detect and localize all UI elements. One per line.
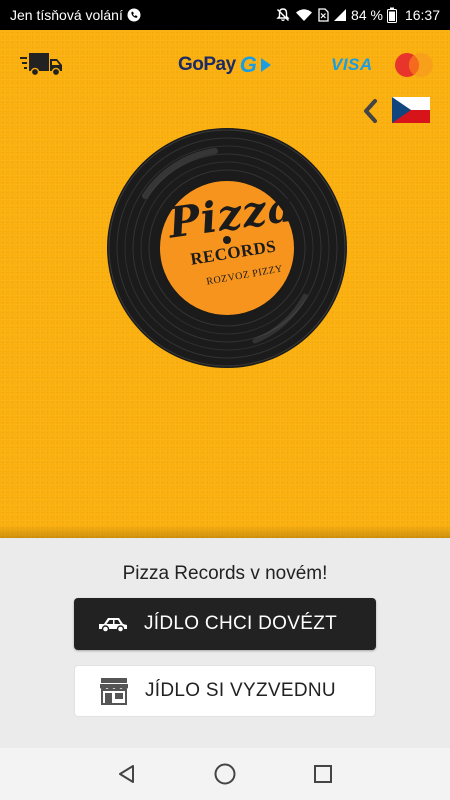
mute-icon bbox=[275, 7, 291, 23]
store-icon bbox=[97, 678, 131, 705]
gopay-logo: GoPay G bbox=[178, 52, 272, 78]
gopay-arrow-icon bbox=[261, 58, 272, 72]
wifi-icon bbox=[295, 8, 313, 22]
navigation-bar bbox=[0, 748, 450, 800]
status-bar: Jen tísňová volání 84 % 16:37 bbox=[0, 0, 450, 30]
mastercard-logo bbox=[392, 52, 436, 78]
home-icon[interactable] bbox=[210, 759, 240, 789]
no-sim-icon bbox=[317, 8, 329, 22]
clock: 16:37 bbox=[404, 7, 440, 23]
carrier-label: Jen tísňová volání bbox=[10, 7, 123, 23]
delivery-button-label: JÍDLO CHCI DOVÉZT bbox=[144, 613, 338, 634]
czech-flag-icon[interactable] bbox=[392, 97, 430, 123]
battery-percent: 84 % bbox=[351, 7, 383, 23]
status-right: 84 % 16:37 bbox=[275, 7, 440, 23]
visa-logo: VISA bbox=[331, 55, 373, 74]
delivery-truck-icon[interactable] bbox=[20, 50, 64, 78]
car-icon bbox=[96, 611, 130, 637]
call-icon bbox=[127, 8, 141, 22]
headline: Pizza Records v novém! bbox=[122, 563, 328, 584]
pickup-button[interactable]: JÍDLO SI VYZVEDNU bbox=[74, 665, 376, 717]
gopay-mark: G bbox=[239, 52, 257, 77]
back-chevron-icon[interactable] bbox=[360, 98, 380, 124]
signal-icon bbox=[333, 8, 347, 22]
back-icon[interactable] bbox=[112, 759, 142, 789]
pickup-button-label: JÍDLO SI VYZVEDNU bbox=[145, 680, 336, 701]
battery-icon bbox=[386, 7, 397, 23]
recents-icon[interactable] bbox=[308, 759, 338, 789]
delivery-button[interactable]: JÍDLO CHCI DOVÉZT bbox=[74, 598, 376, 650]
gopay-text: GoPay bbox=[178, 54, 236, 75]
status-left: Jen tísňová volání bbox=[10, 7, 141, 23]
